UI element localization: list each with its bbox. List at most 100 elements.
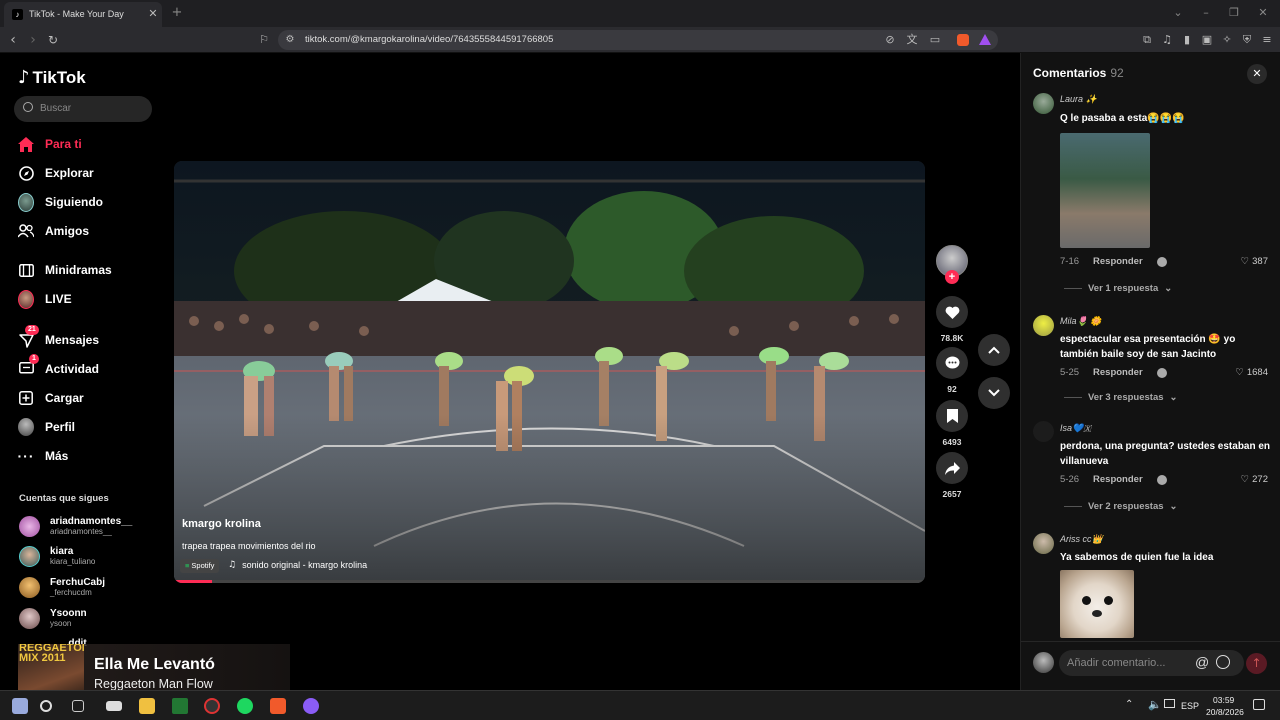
previous-video-button[interactable] bbox=[978, 334, 1010, 366]
nav-minidramas[interactable]: Minidramas bbox=[18, 260, 112, 280]
reply-button[interactable]: Responder bbox=[1093, 474, 1143, 485]
messenger-taskbar-icon[interactable] bbox=[303, 698, 319, 714]
address-bar[interactable]: ⚙ tiktok.com/@kmargokarolina/video/76435… bbox=[278, 30, 998, 50]
menu-icon[interactable]: ≡ bbox=[1261, 34, 1273, 46]
mention-icon[interactable]: @ bbox=[1195, 654, 1209, 670]
dog-eye bbox=[1082, 596, 1091, 605]
comment-user[interactable]: Isa💙🇽 bbox=[1060, 423, 1091, 434]
browser-tab[interactable]: ♪ TikTok - Make Your Day ✕ bbox=[4, 2, 162, 27]
nav-perfil[interactable]: Perfil bbox=[18, 417, 75, 437]
nav-amigos[interactable]: Amigos bbox=[18, 221, 89, 241]
following-item[interactable]: ariadnamontes__ ariadnamontes__ bbox=[19, 516, 132, 537]
sidebar-toggle-icon[interactable]: ▮ bbox=[1181, 34, 1193, 46]
video-player[interactable]: kmargo krolina trapea trapea movimientos… bbox=[174, 161, 925, 583]
bookmark-icon[interactable]: ⚐ bbox=[258, 34, 270, 46]
new-tab-icon[interactable]: + bbox=[171, 6, 183, 19]
following-item[interactable]: FerchuCabj _ferchucdm bbox=[19, 577, 105, 598]
back-icon[interactable]: ‹ bbox=[7, 33, 19, 47]
nav-para-ti[interactable]: Para ti bbox=[18, 134, 82, 154]
nav-explorar[interactable]: Explorar bbox=[18, 163, 94, 183]
spotify-chip[interactable]: ≡ Spotify bbox=[180, 559, 220, 573]
translate-icon[interactable]: 文 bbox=[906, 34, 918, 46]
save-button[interactable] bbox=[936, 400, 968, 432]
tray-chevron-icon[interactable]: ⌃ bbox=[1125, 699, 1133, 710]
comment-user[interactable]: Ariss cc👑 bbox=[1060, 534, 1103, 545]
brave-taskbar-icon[interactable] bbox=[270, 698, 286, 714]
avatar[interactable] bbox=[1033, 315, 1054, 336]
minimize-icon[interactable]: – bbox=[1200, 7, 1212, 19]
close-tab-icon[interactable]: ✕ bbox=[147, 8, 159, 20]
notification-icon[interactable] bbox=[1253, 699, 1265, 710]
reply-button[interactable]: Responder bbox=[1093, 367, 1143, 378]
nav-actividad[interactable]: 1 Actividad bbox=[18, 354, 99, 379]
avatar[interactable] bbox=[1033, 421, 1054, 442]
view-replies-button[interactable]: Ver 2 respuestas ⌄ bbox=[1064, 501, 1178, 512]
tab-list-icon[interactable]: ⌄ bbox=[1172, 7, 1184, 19]
comment-input[interactable]: Añadir comentario... @ bbox=[1059, 650, 1244, 676]
vpn-icon[interactable]: ⛨ bbox=[1241, 34, 1253, 46]
tiktok-logo[interactable]: ♪ TikTok bbox=[18, 67, 86, 88]
comment-like[interactable]: ♡ 1684 bbox=[1235, 367, 1268, 378]
nav-mas[interactable]: ··· Más bbox=[18, 446, 69, 466]
window-close-icon[interactable]: ✕ bbox=[1257, 7, 1269, 19]
creator-liked-avatar bbox=[1156, 474, 1167, 485]
nav-cargar[interactable]: Cargar bbox=[18, 388, 84, 408]
next-video-button[interactable] bbox=[978, 377, 1010, 409]
wallet-icon[interactable]: ▣ bbox=[1201, 34, 1213, 46]
bookmark-fill-icon bbox=[946, 409, 958, 423]
nav-siguiendo[interactable]: Siguiendo bbox=[18, 192, 103, 212]
site-info-icon[interactable]: ⚙ bbox=[284, 34, 296, 46]
comment-user[interactable]: Mila🌷 🌼 bbox=[1060, 316, 1101, 327]
comment-button[interactable] bbox=[936, 347, 968, 379]
reply-button[interactable]: Responder bbox=[1093, 256, 1143, 267]
like-button[interactable] bbox=[936, 296, 968, 328]
comment-user[interactable]: Laura ✨ bbox=[1060, 94, 1097, 105]
leo-ai-icon[interactable]: ✧ bbox=[1221, 34, 1233, 46]
eye-off-icon[interactable]: ⊘ bbox=[884, 34, 896, 46]
language-indicator[interactable]: ESP bbox=[1181, 701, 1199, 711]
rewards-icon[interactable] bbox=[979, 34, 991, 45]
search-box[interactable]: Buscar bbox=[14, 96, 152, 122]
view-replies-button[interactable]: Ver 1 respuesta ⌄ bbox=[1064, 283, 1172, 294]
close-comments-button[interactable]: ✕ bbox=[1247, 64, 1267, 84]
video-progress-fill bbox=[174, 580, 212, 583]
comment-image[interactable] bbox=[1060, 133, 1150, 248]
reload-icon[interactable]: ↻ bbox=[47, 34, 59, 46]
comment-image[interactable] bbox=[1060, 570, 1134, 638]
sound-info[interactable]: ♫ sonido original - kmargo krolina bbox=[228, 560, 367, 570]
app-green-icon[interactable] bbox=[172, 698, 188, 714]
restore-icon[interactable]: ❐ bbox=[1228, 7, 1240, 19]
avatar[interactable] bbox=[1033, 533, 1054, 554]
send-comment-button[interactable]: ↑ bbox=[1246, 653, 1267, 674]
file-explorer-icon[interactable] bbox=[139, 698, 155, 714]
clock-time[interactable]: 03:59 bbox=[1213, 695, 1234, 705]
media-icon[interactable]: ♫ bbox=[1161, 34, 1173, 46]
following-item[interactable]: kiara kiara_tuliano bbox=[19, 546, 95, 567]
task-view-icon[interactable] bbox=[72, 700, 84, 712]
nav-live[interactable]: LIVE bbox=[18, 289, 72, 309]
extensions-icon[interactable]: ⧉ bbox=[1141, 34, 1153, 46]
avatar[interactable] bbox=[1033, 93, 1054, 114]
mail-icon[interactable] bbox=[106, 701, 122, 711]
clock-date[interactable]: 20/8/2026 bbox=[1206, 707, 1244, 717]
video-progress-bar[interactable] bbox=[174, 580, 925, 583]
volume-icon[interactable]: 🔈 bbox=[1148, 698, 1162, 711]
comment-like[interactable]: ♡ 387 bbox=[1241, 256, 1268, 267]
cast-icon[interactable]: ▭ bbox=[929, 34, 941, 46]
emoji-icon[interactable] bbox=[1216, 655, 1230, 669]
video-author[interactable]: kmargo krolina bbox=[182, 518, 261, 530]
forward-icon[interactable]: › bbox=[27, 33, 39, 47]
windows-start-icon[interactable] bbox=[12, 698, 28, 714]
following-item[interactable]: Ysoonn ysoon bbox=[19, 608, 87, 629]
comment-like[interactable]: ♡ 272 bbox=[1241, 474, 1268, 485]
brave-shield-icon[interactable] bbox=[957, 34, 969, 46]
view-replies-button[interactable]: Ver 3 respuestas ⌄ bbox=[1064, 392, 1178, 403]
nav-mensajes[interactable]: 21 Mensajes bbox=[18, 325, 99, 350]
network-icon[interactable] bbox=[1164, 699, 1175, 708]
follow-plus-icon[interactable]: + bbox=[945, 270, 959, 284]
share-button[interactable] bbox=[936, 452, 968, 484]
search-taskbar-icon[interactable] bbox=[40, 700, 52, 712]
app-circle-icon[interactable] bbox=[204, 698, 220, 714]
spotify-taskbar-icon[interactable] bbox=[237, 698, 253, 714]
search-input[interactable]: Buscar bbox=[40, 103, 71, 114]
